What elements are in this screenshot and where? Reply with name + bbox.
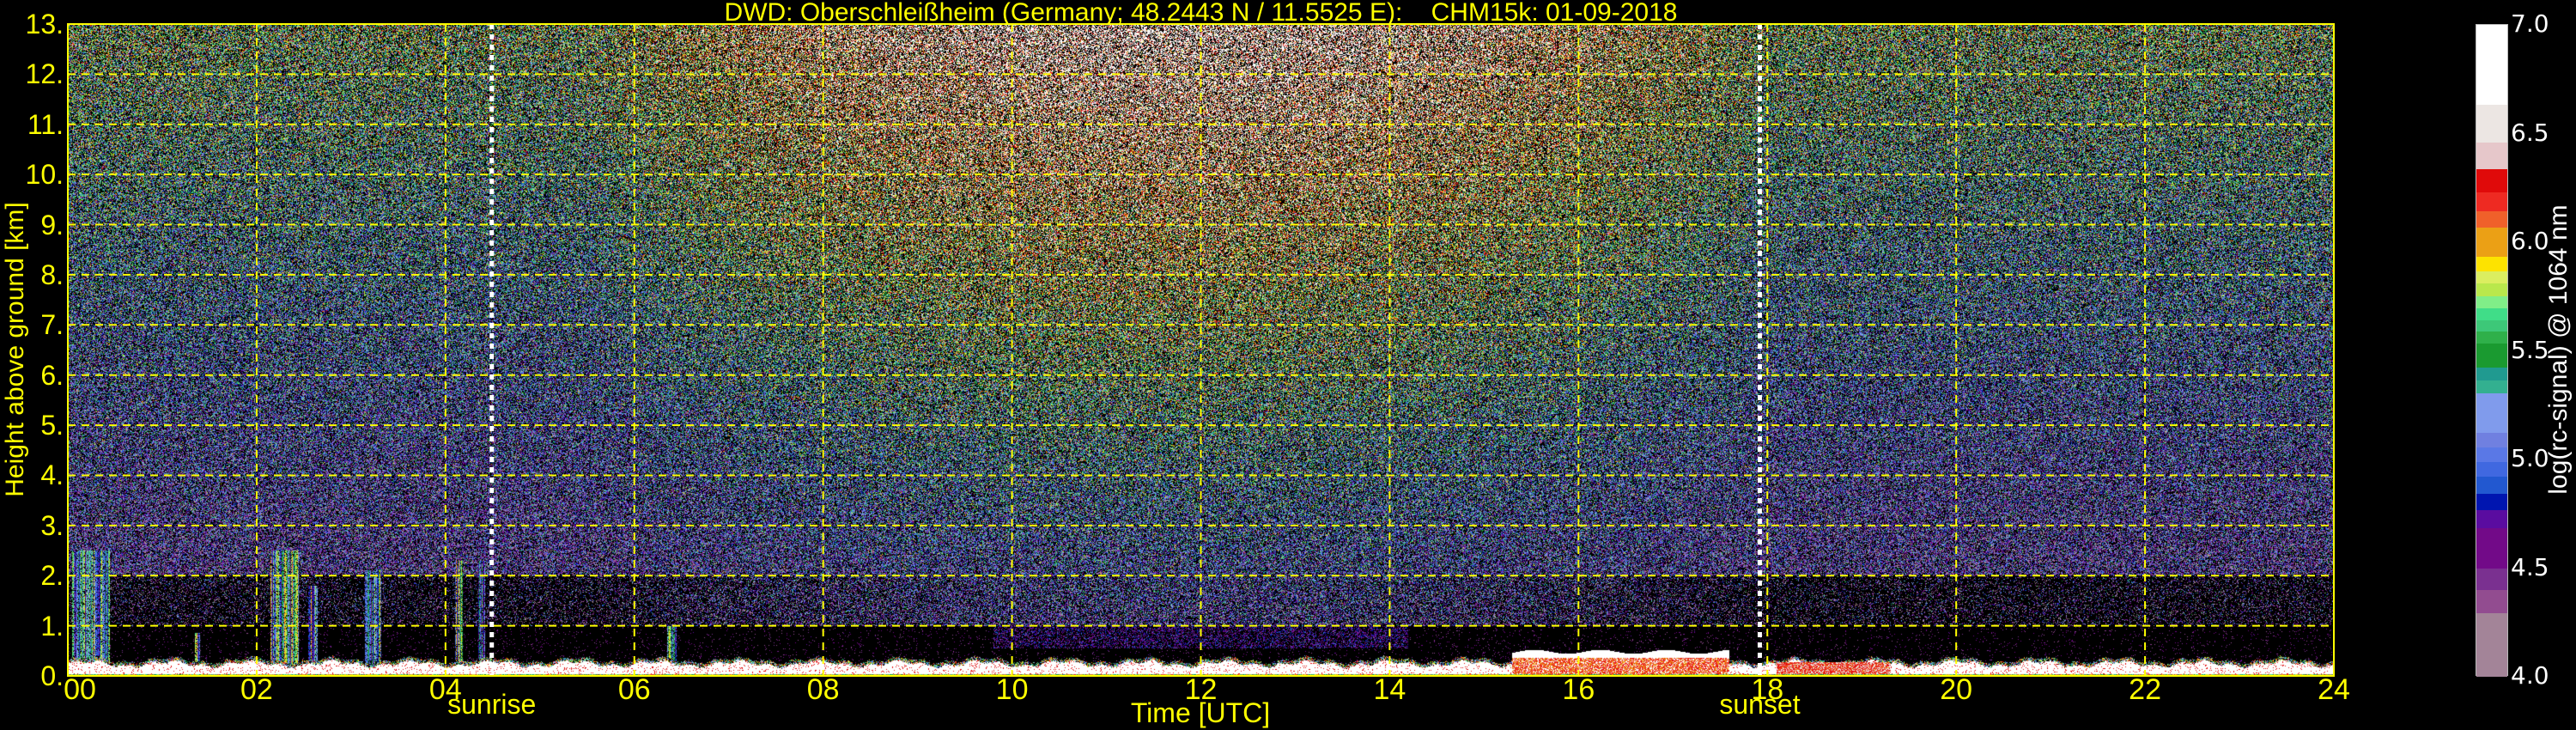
y-tick-label: 11. (27, 108, 64, 140)
colorbar-band (2476, 331, 2507, 344)
colorbar-band (2476, 380, 2507, 394)
x-tick-label: 02 (240, 673, 273, 706)
colorbar-band (2476, 392, 2507, 434)
x-tick-label: 00 (64, 673, 96, 706)
y-tick-label: 10. (25, 159, 64, 191)
sunrise-label: sunrise (447, 689, 537, 720)
colorbar-band (2476, 210, 2507, 228)
colorbar-band (2476, 283, 2507, 297)
y-axis-label: Height above ground [km] (1, 202, 29, 497)
x-tick-label: 22 (2129, 673, 2161, 706)
y-tick-label: 1. (40, 610, 64, 642)
x-tick-label: 06 (617, 673, 651, 706)
colorbar-tick-label: 5.0 (2511, 444, 2549, 472)
y-tick-label: 3. (40, 509, 64, 541)
colorbar-band (2476, 168, 2507, 192)
colorbar-band (2476, 227, 2507, 258)
colorbar (2476, 24, 2508, 678)
colorbar-band (2476, 493, 2507, 511)
colorbar-band (2476, 25, 2507, 105)
colorbar-band (2476, 256, 2507, 271)
colorbar-tick-label: 4.5 (2511, 552, 2549, 581)
colorbar-band (2476, 307, 2507, 320)
colorbar-band (2476, 527, 2507, 569)
colorbar-band (2476, 343, 2507, 368)
x-tick-label: 08 (806, 673, 840, 706)
colorbar-band (2476, 461, 2507, 478)
y-tick-label: 2. (40, 560, 64, 592)
colorbar-tick-label: 4.0 (2511, 661, 2549, 690)
colorbar-tick-label: 6.5 (2511, 118, 2549, 147)
colorbar-band (2476, 104, 2507, 143)
colorbar-band (2476, 568, 2507, 590)
sunset-label: sunset (1719, 689, 1801, 720)
colorbar-band (2476, 476, 2507, 494)
y-tick-label: 12. (25, 58, 64, 90)
colorbar-label: log(rc-signal) @ 1064 nm (2544, 204, 2573, 495)
x-tick-label: 10 (995, 673, 1029, 706)
x-tick-label: 16 (1562, 673, 1595, 706)
colorbar-band (2476, 192, 2507, 212)
colorbar-band (2476, 367, 2507, 381)
colorbar-band (2476, 612, 2507, 678)
colorbar-band (2476, 142, 2507, 170)
y-tick-label: 0. (40, 660, 64, 691)
y-tick-label: 13. (25, 9, 64, 40)
x-axis-label: Time [UTC] (1130, 697, 1271, 728)
colorbar-band (2476, 509, 2507, 529)
x-tick-label: 24 (2318, 673, 2350, 706)
colorbar-band (2476, 271, 2507, 284)
x-tick-label: 20 (1940, 673, 1973, 706)
colorbar-band (2476, 295, 2507, 308)
x-tick-label: 14 (1373, 673, 1406, 706)
colorbar-tick-label: 5.5 (2511, 335, 2549, 364)
colorbar-band (2476, 589, 2507, 614)
colorbar-band (2476, 432, 2507, 447)
colorbar-band (2476, 319, 2507, 332)
colorbar-band (2476, 447, 2507, 463)
colorbar-tick-label: 6.0 (2511, 227, 2549, 255)
plot-overlay (67, 23, 2335, 677)
colorbar-tick-label: 7.0 (2511, 9, 2549, 38)
